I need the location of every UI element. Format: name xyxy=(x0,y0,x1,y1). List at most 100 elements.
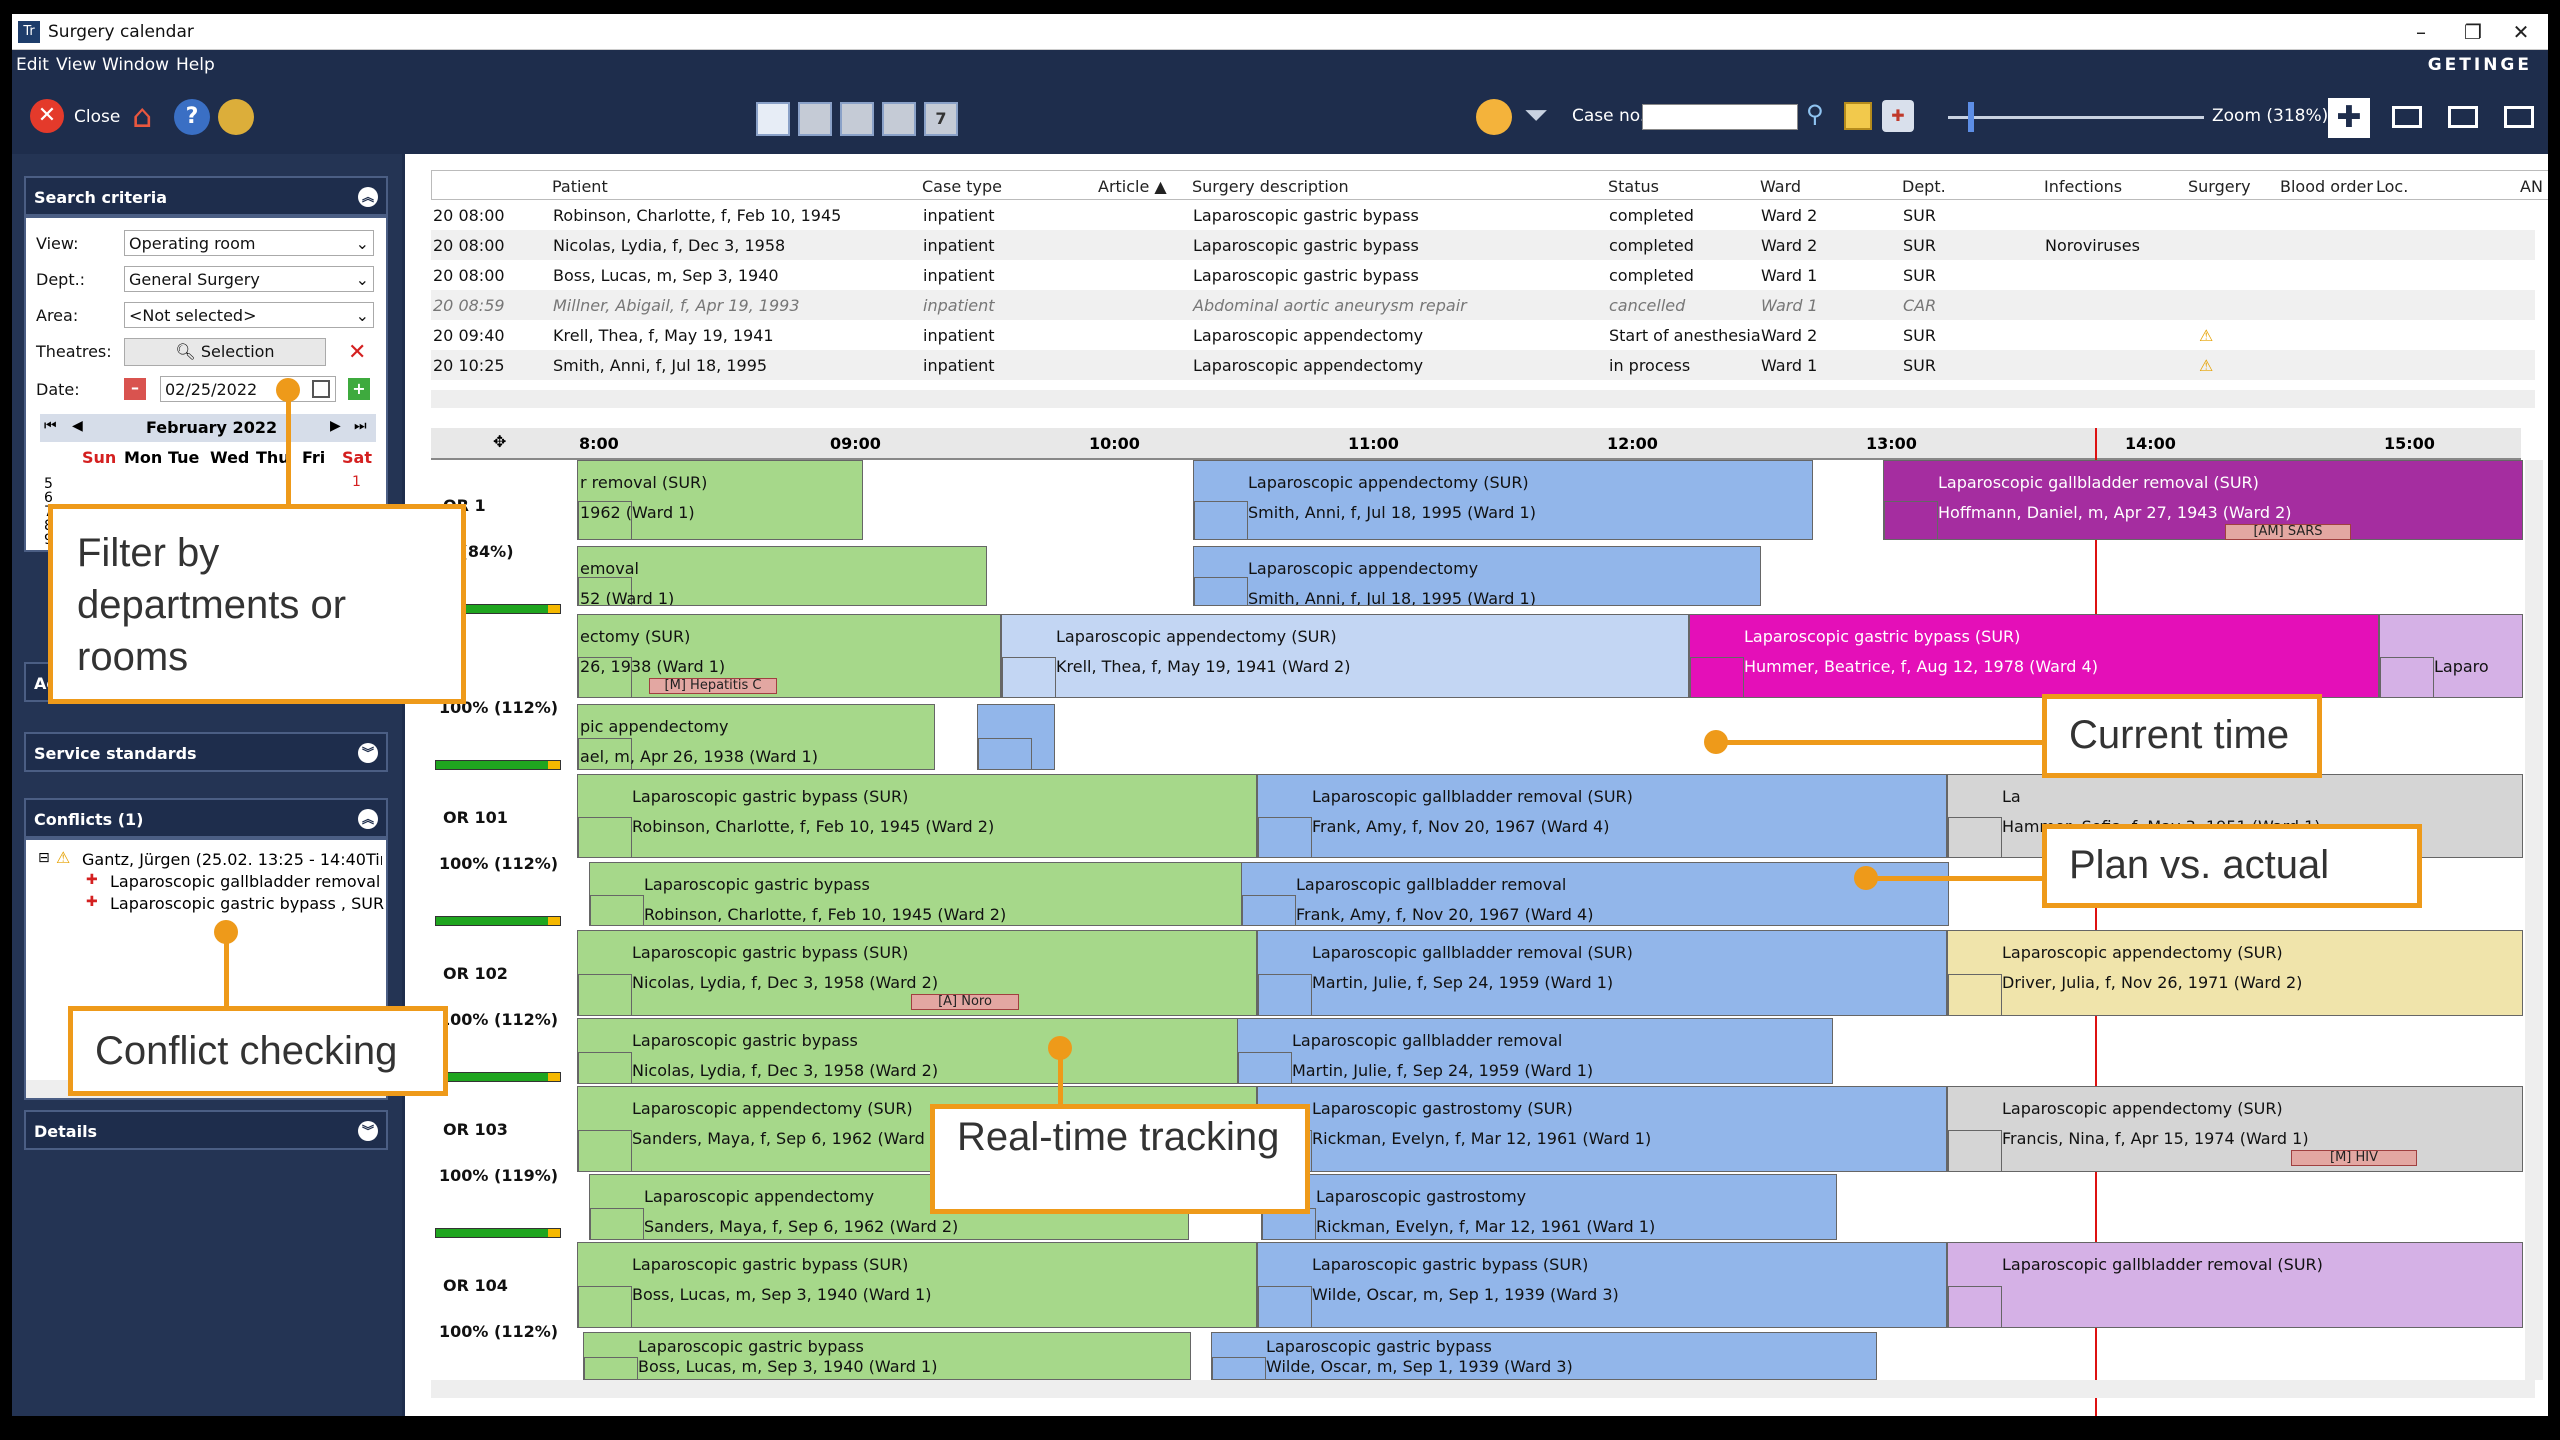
surgery-block[interactable]: Laparoscopic gallbladder removal Frank, A… xyxy=(1241,862,1949,926)
conflicts-header[interactable]: Conflicts (1) ︽ xyxy=(24,798,388,838)
surgery-block[interactable]: Laparoscopic gastric bypass (SUR) Robinso… xyxy=(577,774,1257,858)
col-ward[interactable]: Ward xyxy=(1760,177,1801,196)
col-patient[interactable]: Patient xyxy=(552,177,608,196)
palette-icon[interactable] xyxy=(1476,99,1512,135)
menu-view[interactable]: View xyxy=(56,55,96,75)
calendar-icon[interactable] xyxy=(1844,102,1872,130)
col-an[interactable]: AN xyxy=(2520,177,2543,196)
day-view-button[interactable] xyxy=(756,102,790,136)
monitor-3-icon[interactable] xyxy=(2504,106,2534,128)
restore-button[interactable]: ❐ xyxy=(2450,18,2496,46)
conflict-subitem[interactable]: Laparoscopic gastric bypass , SUR xyxy=(110,894,384,913)
date-plus-button[interactable]: + xyxy=(348,378,370,400)
surgery-block[interactable] xyxy=(977,704,1055,770)
table-row[interactable]: 20 09:40 Krell, Thea, f, May 19, 1941 inpa… xyxy=(431,320,2535,350)
date-input[interactable]: 02/25/2022 xyxy=(160,376,336,402)
home-icon[interactable]: ⌂ xyxy=(132,97,152,135)
minimize-button[interactable]: – xyxy=(2398,18,2444,46)
surgery-block[interactable]: Laparoscopic gallbladder removal (SUR) Fr… xyxy=(1257,774,1947,858)
infection-tag[interactable]: [M] Hepatitis C xyxy=(649,678,777,694)
surgery-block[interactable]: Laparoscopic gastric bypass (SUR) Boss, L… xyxy=(577,1242,1257,1328)
zoom-slider-handle[interactable] xyxy=(1968,102,1974,132)
col-article[interactable]: Article ▲ xyxy=(1098,177,1167,196)
surgery-block[interactable]: Laparoscopic appendectomy (SUR) Driver, J… xyxy=(1947,930,2523,1016)
monitor-2-icon[interactable] xyxy=(2448,106,2478,128)
infection-tag[interactable]: [AM] SARS xyxy=(2225,524,2351,540)
month-view-button[interactable] xyxy=(882,102,916,136)
search-criteria-header[interactable]: Search criteria ︽ xyxy=(24,176,388,216)
surgery-block[interactable]: Laparoscopic gastrostomy (SUR) Rickman, E… xyxy=(1257,1086,1947,1172)
chevron-up-icon[interactable]: ︽ xyxy=(358,809,378,829)
help-icon[interactable]: ? xyxy=(174,99,210,135)
col-status[interactable]: Status xyxy=(1608,177,1659,196)
surgery-block[interactable]: Laparoscopic gastric bypass Boss, Lucas, … xyxy=(583,1332,1191,1380)
search-key-icon[interactable]: ⚲ xyxy=(1806,100,1824,128)
surgery-warning-icon[interactable]: ⚠ xyxy=(2199,326,2213,345)
timeline-h-scrollbar[interactable] xyxy=(431,1380,2535,1398)
room-view-button[interactable] xyxy=(840,102,874,136)
conflict-item[interactable]: Gantz, Jürgen (25.02. 13:25 - 14:40Tim xyxy=(82,850,382,869)
surgery-block[interactable]: Laparoscopic gastrostomy Rickman, Evelyn,… xyxy=(1261,1174,1837,1240)
chevron-down-icon[interactable]: ︾ xyxy=(358,743,378,763)
surgery-block[interactable]: Laparoscopic appendectomy (SUR) Francis, … xyxy=(1947,1086,2523,1172)
table-row[interactable]: 20 10:25 Smith, Anni, f, Jul 18, 1995 inpa… xyxy=(431,350,2535,380)
surgery-block[interactable]: r removal (SUR) 1962 (Ward 1) xyxy=(577,460,863,540)
menu-help[interactable]: Help xyxy=(176,55,215,75)
move-icon[interactable]: ✥ xyxy=(493,432,506,451)
col-surgery[interactable]: Surgery xyxy=(2188,177,2251,196)
filter-icon[interactable]: ⏷ xyxy=(1524,98,1548,133)
surgery-block[interactable]: ectomy (SUR) 26, 1938 (Ward 1) xyxy=(577,614,1001,698)
surgery-block[interactable]: Laparoscopic gallbladder removal Martin, … xyxy=(1237,1018,1833,1084)
details-header[interactable]: Details ︾ xyxy=(24,1110,388,1150)
user-icon[interactable] xyxy=(218,99,254,135)
room-name[interactable]: OR 102 xyxy=(443,964,508,983)
tree-collapse-icon[interactable]: ⊟ xyxy=(38,850,50,866)
zoom-slider-track[interactable] xyxy=(1948,116,2204,119)
col-surgery-desc[interactable]: Surgery description xyxy=(1192,177,1349,196)
table-h-scrollbar[interactable] xyxy=(431,390,2535,408)
surgery-block[interactable]: Laparoscopic gallbladder removal (SUR) Ho… xyxy=(1883,460,2523,540)
room-name[interactable]: OR 101 xyxy=(443,808,508,827)
date-minus-button[interactable]: – xyxy=(124,378,146,400)
surgery-block[interactable]: Laparoscopic gastric bypass Nicolas, Lydi… xyxy=(577,1018,1267,1084)
col-case-type[interactable]: Case type xyxy=(922,177,1002,196)
close-window-button[interactable]: ✕ xyxy=(2498,18,2544,46)
table-row[interactable]: 20 08:00 Boss, Lucas, m, Sep 3, 1940 inpat… xyxy=(431,260,2535,290)
col-dept[interactable]: Dept. xyxy=(1902,177,1946,196)
table-row[interactable]: 20 08:00 Robinson, Charlotte, f, Feb 10, … xyxy=(431,200,2535,230)
dept-select[interactable]: General Surgery ⌄ xyxy=(124,266,374,292)
surgery-block[interactable]: Laparoscopic gallbladder removal (SUR) Ma… xyxy=(1257,930,1947,1016)
col-loc[interactable]: Loc. xyxy=(2376,177,2408,196)
week-view-button[interactable] xyxy=(798,102,832,136)
surgery-block[interactable]: Laparoscopic gastric bypass Robinson, Cha… xyxy=(589,862,1253,926)
fullscreen-icon[interactable]: ✚ xyxy=(2328,98,2370,138)
surgery-block[interactable]: emoval 52 (Ward 1) xyxy=(577,546,987,606)
surgery-block[interactable]: Laparoscopic appendectomy (SUR) Krell, Th… xyxy=(1001,614,1689,698)
theatre-selection-button[interactable]: 🔍︎ Selection xyxy=(124,338,326,366)
surgery-block[interactable]: pic appendectomy ael, m, Apr 26, 1938 (Wa… xyxy=(577,704,935,770)
first-month-icon[interactable]: ⏮ xyxy=(44,418,57,434)
case-no-input[interactable] xyxy=(1642,104,1798,130)
seven-day-view-button[interactable]: 7 xyxy=(924,102,958,136)
last-month-icon[interactable]: ⏭ xyxy=(354,418,367,434)
menu-window[interactable]: Window xyxy=(102,55,169,75)
chevron-up-icon[interactable]: ︽ xyxy=(358,187,378,207)
view-select[interactable]: Operating room ⌄ xyxy=(124,230,374,256)
infection-tag[interactable]: [M] HIV xyxy=(2291,1150,2417,1166)
infection-tag[interactable]: [A] Noro xyxy=(911,994,1019,1010)
clear-selection-icon[interactable]: ✕ xyxy=(348,340,366,365)
close-button[interactable]: ✕ Close xyxy=(30,99,120,135)
timeline-v-scrollbar[interactable] xyxy=(2525,460,2543,1380)
prev-month-icon[interactable]: ◀ xyxy=(72,418,83,434)
calendar-picker-icon[interactable] xyxy=(312,380,330,398)
monitor-1-icon[interactable] xyxy=(2392,106,2422,128)
table-row[interactable]: 20 08:00 Nicolas, Lydia, f, Dec 3, 1958 in… xyxy=(431,230,2535,260)
surgery-block[interactable]: Laparoscopic appendectomy (SUR) Smith, An… xyxy=(1193,460,1813,540)
room-name[interactable]: OR 103 xyxy=(443,1120,508,1139)
surgery-block[interactable]: Laparo xyxy=(2379,614,2523,698)
surgery-warning-icon[interactable]: ⚠ xyxy=(2199,356,2213,375)
col-blood-order[interactable]: Blood order xyxy=(2280,177,2373,196)
menu-edit[interactable]: Edit xyxy=(16,55,49,75)
calendar-day[interactable]: 1 xyxy=(352,474,361,490)
table-row[interactable]: 20 08:59 Millner, Abigail, f, Apr 19, 199… xyxy=(431,290,2535,320)
